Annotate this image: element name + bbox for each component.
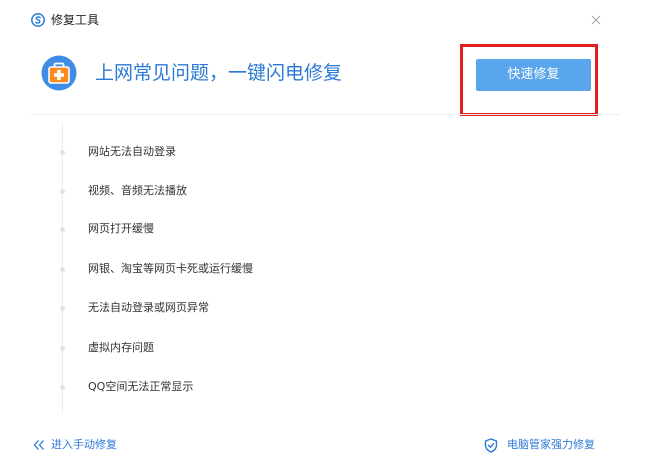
issue-label: 虚拟内存问题: [88, 341, 154, 354]
list-item: 网页打开缓慢: [0, 220, 400, 238]
double-chevron-left-icon: [33, 440, 44, 450]
issue-label: QQ空间无法正常显示: [88, 380, 194, 393]
issue-label: 视频、音频无法播放: [88, 184, 187, 197]
app-logo-icon: [31, 13, 45, 27]
list-item: 虚拟内存问题: [0, 339, 400, 357]
page-headline: 上网常见问题，一键闪电修复: [95, 62, 343, 84]
bullet-dot: [60, 346, 65, 351]
header-divider: [30, 114, 620, 115]
bullet-dot: [60, 227, 65, 232]
bullet-dot: [60, 385, 65, 390]
bullet-dot: [60, 189, 65, 194]
issue-label: 网站无法自动登录: [88, 145, 176, 158]
close-icon[interactable]: [590, 14, 602, 26]
bullet-dot: [60, 150, 65, 155]
highlight-box: [460, 44, 598, 116]
bullet-dot: [60, 267, 65, 272]
window-title: 修复工具: [51, 13, 100, 27]
list-item: 视频、音频无法播放: [0, 182, 400, 200]
pc-manager-repair-link[interactable]: 电脑管家强力修复: [507, 437, 595, 453]
list-item: QQ空间无法正常显示: [0, 378, 400, 396]
list-item: 网银、淘宝等网页卡死或运行缓慢: [0, 260, 400, 278]
bullet-dot: [60, 306, 65, 311]
first-aid-kit-icon: [41, 55, 77, 91]
list-item: 网站无法自动登录: [0, 143, 400, 161]
issue-label: 网页打开缓慢: [88, 222, 154, 235]
manual-fix-link[interactable]: 进入手动修复: [51, 437, 117, 453]
list-item: 无法自动登录或网页异常: [0, 299, 400, 317]
repair-tool-window: 修复工具 上网常见问题，一键闪电修复 快速修复 网站无法自动登录 视频、音频无法…: [0, 0, 650, 466]
title-bar: 修复工具: [0, 0, 650, 40]
shield-check-icon: [484, 438, 498, 453]
issue-label: 网银、淘宝等网页卡死或运行缓慢: [88, 262, 253, 275]
issue-label: 无法自动登录或网页异常: [88, 301, 209, 314]
